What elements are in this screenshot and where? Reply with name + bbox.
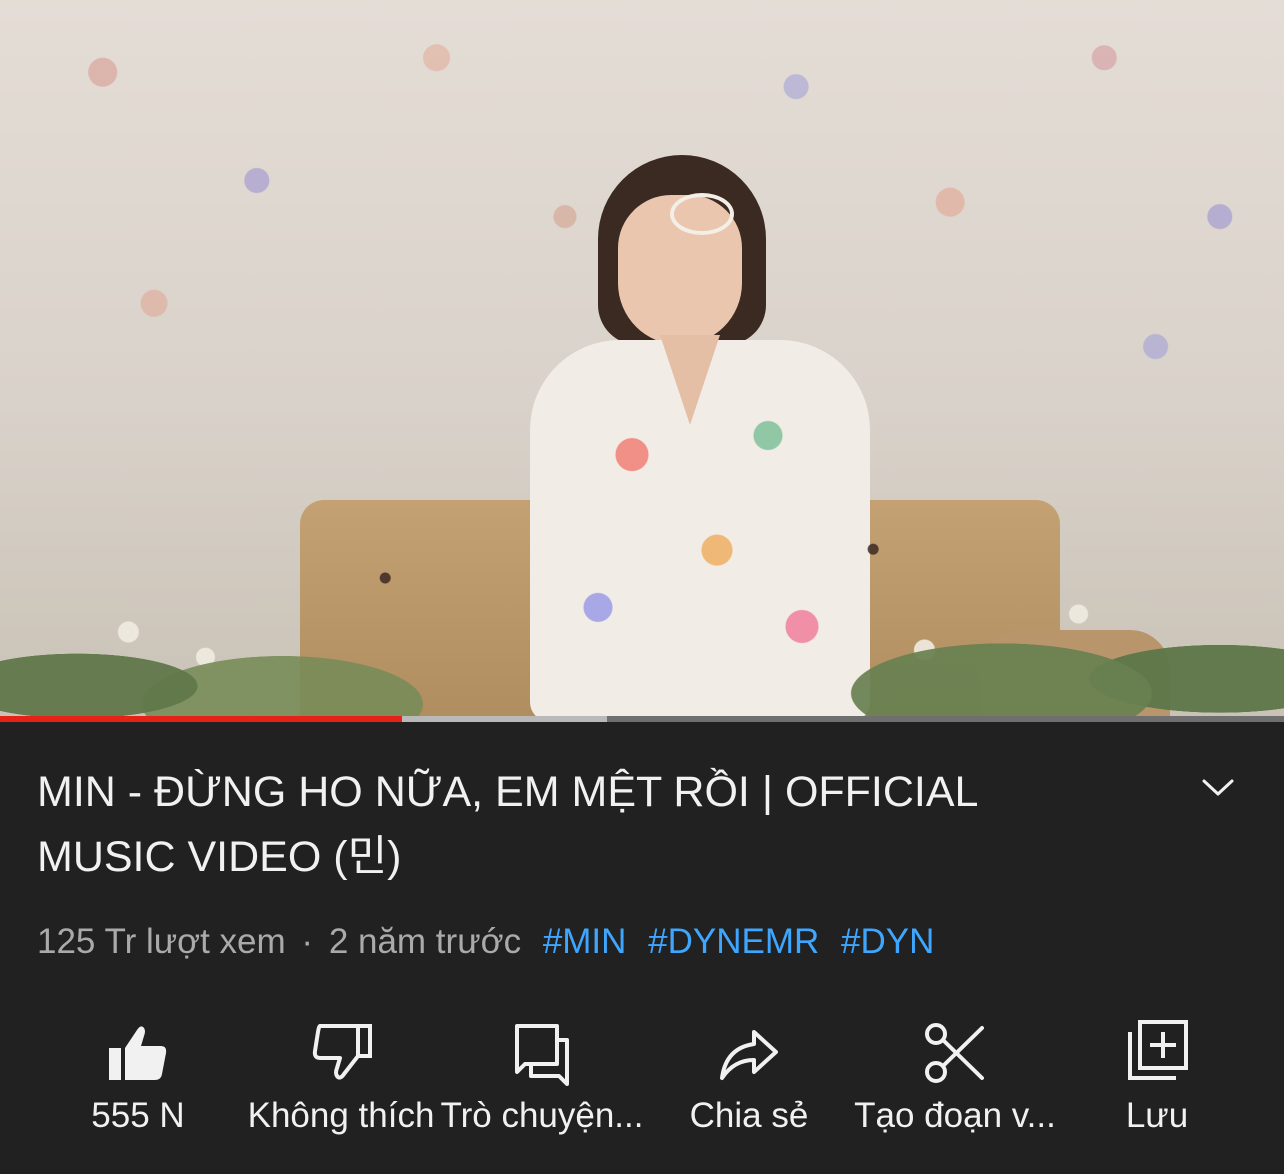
video-player[interactable] (0, 0, 1284, 722)
comments-label: Trò chuyện... (440, 1096, 644, 1135)
like-count: 555 N (91, 1096, 185, 1135)
progress-played (0, 716, 402, 722)
dislike-label: Không thích (247, 1096, 435, 1135)
upload-time: 2 năm trước (328, 922, 522, 961)
like-button[interactable]: 555 N (33, 1010, 243, 1160)
share-icon (720, 1030, 778, 1080)
video-meta: 125 Tr lượt xem · 2 năm trước #MIN #DYNE… (37, 918, 934, 966)
clip-label: Tạo đoạn v... (854, 1096, 1056, 1135)
action-bar: 555 N Không thích Trò chuyện... Chia sẻ … (0, 1010, 1284, 1160)
scissors-icon (925, 1023, 984, 1083)
hashtag-link[interactable]: #MIN (543, 922, 627, 961)
share-label: Chia sẻ (689, 1096, 809, 1135)
chevron-down-icon (1202, 779, 1234, 796)
save-button[interactable]: Lưu (1052, 1010, 1262, 1160)
video-frame-plants (0, 362, 1284, 722)
chat-icon (515, 1024, 569, 1086)
view-count: 125 Tr lượt xem (37, 922, 286, 961)
hashtag-link[interactable]: #DYN (841, 922, 934, 961)
expand-description-button[interactable] (1190, 766, 1246, 810)
thumbs-down-icon (312, 1024, 372, 1080)
thumbs-up-icon (109, 1026, 167, 1080)
hashtag-link[interactable]: #DYNEMR (648, 922, 819, 961)
dislike-button[interactable]: Không thích (236, 1010, 446, 1160)
comments-button[interactable]: Trò chuyện... (437, 1010, 647, 1160)
video-progress-bar[interactable] (0, 716, 1284, 722)
share-button[interactable]: Chia sẻ (644, 1010, 854, 1160)
clip-button[interactable]: Tạo đoạn v... (850, 1010, 1060, 1160)
meta-separator: · (301, 922, 314, 961)
save-label: Lưu (1125, 1096, 1189, 1135)
save-playlist-icon (1128, 1020, 1188, 1080)
video-title[interactable]: MIN - ĐỪNG HO NỮA, EM MỆT RỒI | OFFICIAL… (37, 760, 1117, 890)
